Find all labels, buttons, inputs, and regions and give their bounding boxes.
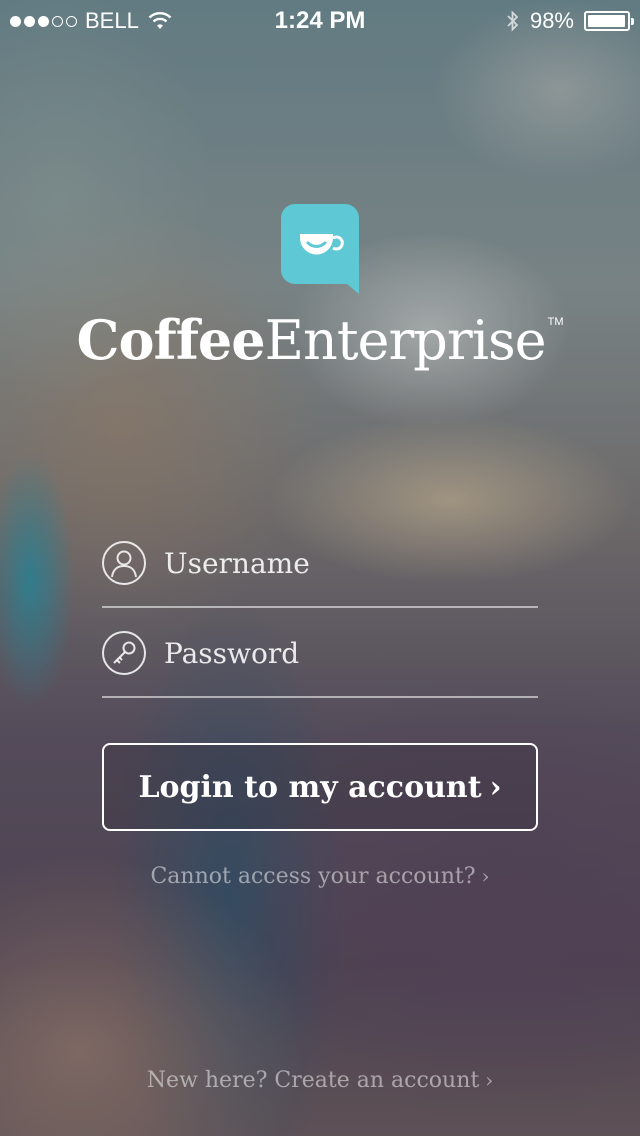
create-account-label: New here? Create an account xyxy=(146,1068,480,1093)
forgot-account-label: Cannot access your account? xyxy=(150,864,476,889)
login-button-label: Login to my account xyxy=(138,769,482,805)
status-bar: BELL 1:24 PM 98% xyxy=(0,0,640,40)
brand-name-light: Enterprise xyxy=(264,309,547,372)
chevron-right-icon: › xyxy=(489,769,502,805)
battery-level xyxy=(588,15,626,27)
username-input[interactable] xyxy=(164,546,524,580)
coffee-cup-logo-icon xyxy=(281,204,359,294)
status-right: 98% xyxy=(506,8,634,34)
password-input[interactable] xyxy=(164,636,524,670)
username-field[interactable] xyxy=(102,520,538,608)
chevron-right-icon: › xyxy=(481,864,490,888)
brand-wordmark: CoffeeEnterprise TM xyxy=(0,308,640,372)
battery-icon xyxy=(584,11,634,31)
forgot-account-link[interactable]: Cannot access your account? › xyxy=(0,864,640,889)
key-icon xyxy=(102,631,146,675)
chevron-right-icon: › xyxy=(485,1068,494,1092)
user-icon xyxy=(102,541,146,585)
battery-percent: 98% xyxy=(529,8,574,33)
login-button[interactable]: Login to my account › xyxy=(102,743,538,831)
login-screen: BELL 1:24 PM 98% CoffeeEnterprise TM Use… xyxy=(0,0,640,1136)
trademark-mark: TM xyxy=(547,316,564,328)
brand-name-bold: Coffee xyxy=(76,308,265,372)
create-account-link[interactable]: New here? Create an account › xyxy=(0,1068,640,1093)
bluetooth-icon xyxy=(507,10,519,32)
password-field[interactable] xyxy=(102,610,538,698)
